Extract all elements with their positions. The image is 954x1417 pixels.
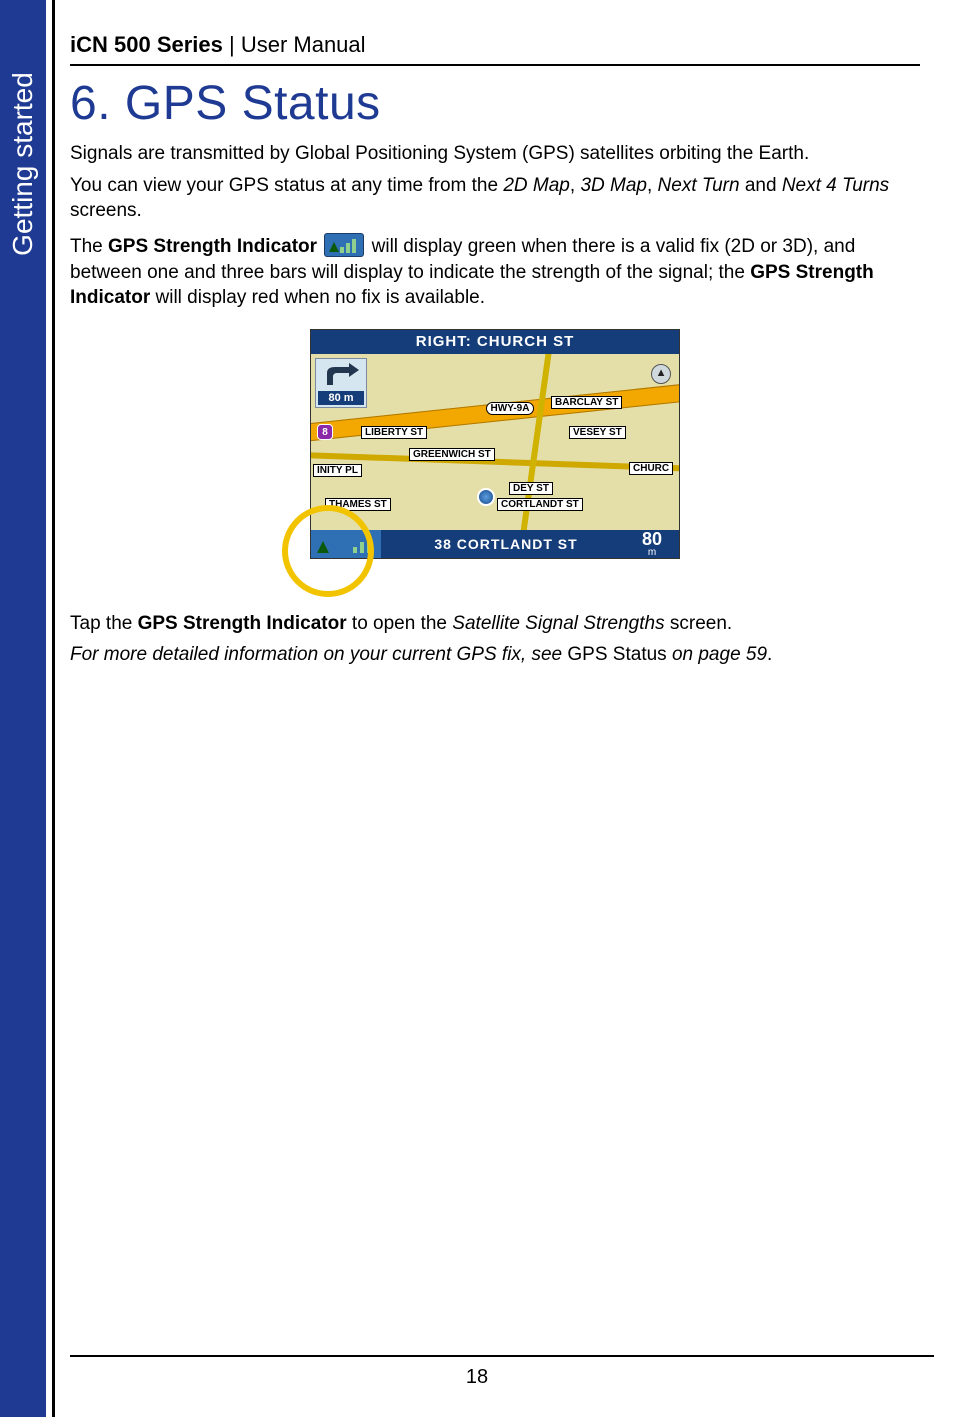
p2-i1: 2D Map [503, 175, 570, 196]
street-label-cortlandt: CORTLANDT ST [497, 498, 583, 511]
turn-arrow-icon [321, 361, 361, 389]
page-number: 18 [0, 1366, 954, 1389]
paragraph-2: You can view your GPS status at any time… [70, 173, 920, 224]
road-vertical [514, 329, 556, 559]
street-label-liberty: LIBERTY ST [361, 426, 427, 439]
map-instruction-bar: RIGHT: CHURCH ST [311, 330, 679, 354]
p2-i3: Next Turn [658, 175, 740, 196]
footer-rule [70, 1355, 934, 1357]
callout-circle-icon [282, 505, 374, 597]
p5-dot: . [767, 644, 772, 665]
p2-c1: , [570, 175, 581, 196]
paragraph-3: The GPS Strength Indicator will display … [70, 234, 920, 311]
map-distance: 80 m [631, 530, 679, 558]
header-manual: User Manual [241, 32, 366, 57]
p5-i1: For more detailed information on your cu… [70, 644, 567, 665]
p2-c2: , [647, 175, 658, 196]
content: iCN 500 Series | User Manual 6. GPS Stat… [70, 0, 940, 674]
location-pin-icon [477, 488, 495, 506]
device-screenshot: RIGHT: CHURCH ST 80 m 8 HWY-9A BARCLAY S… [310, 329, 680, 589]
route-badge-icon: 8 [317, 424, 333, 440]
p4-d: screen. [665, 613, 733, 634]
compass-icon [651, 364, 671, 384]
p2-i4: Next 4 Turns [782, 175, 889, 196]
p2-b: screens. [70, 200, 142, 221]
vertical-rule [52, 0, 55, 1417]
turn-distance: 80 m [318, 391, 364, 405]
p4-c: to open the [347, 613, 453, 634]
p2-a: You can view your GPS status at any time… [70, 175, 503, 196]
hwy-shield: HWY-9A [486, 402, 534, 415]
p4-a: Tap the [70, 613, 138, 634]
turn-indicator: 80 m [315, 358, 367, 408]
paragraph-1: Signals are transmitted by Global Positi… [70, 141, 920, 167]
street-label-barclay: BARCLAY ST [551, 396, 622, 409]
street-label-church: CHURC [629, 462, 673, 475]
p3-a: The [70, 236, 108, 257]
p5-i2: on page 59 [667, 644, 767, 665]
paragraph-5: For more detailed information on your cu… [70, 642, 920, 668]
p3-end: will display red when no fix is availabl… [150, 287, 485, 308]
street-label-trinity: INITY PL [313, 464, 362, 477]
p5-n: GPS Status [567, 644, 666, 665]
page-title: 6. GPS Status [70, 76, 920, 131]
street-label-greenwich: GREENWICH ST [409, 448, 495, 461]
p3-b1: GPS Strength Indicator [108, 236, 317, 257]
header-series: iCN 500 Series [70, 32, 223, 57]
p2-i2: 3D Map [580, 175, 647, 196]
running-header: iCN 500 Series | User Manual [70, 32, 920, 66]
header-sep: | [223, 32, 241, 57]
gps-strength-indicator-icon [324, 233, 364, 257]
p4-b: GPS Strength Indicator [138, 613, 347, 634]
road-secondary [310, 451, 680, 474]
street-label-dey: DEY ST [509, 482, 553, 495]
page: Getting started iCN 500 Series | User Ma… [0, 0, 954, 1417]
street-label-vesey: VESEY ST [569, 426, 626, 439]
side-tab-label: Getting started [7, 72, 39, 256]
side-tab: Getting started [4, 24, 42, 304]
map-distance-value: 80 [631, 530, 673, 548]
paragraph-4: Tap the GPS Strength Indicator to open t… [70, 611, 920, 637]
p2-c3: and [740, 175, 782, 196]
p4-i: Satellite Signal Strengths [452, 613, 664, 634]
map-distance-unit: m [631, 548, 673, 558]
map-current-address: 38 CORTLANDT ST [381, 536, 631, 552]
